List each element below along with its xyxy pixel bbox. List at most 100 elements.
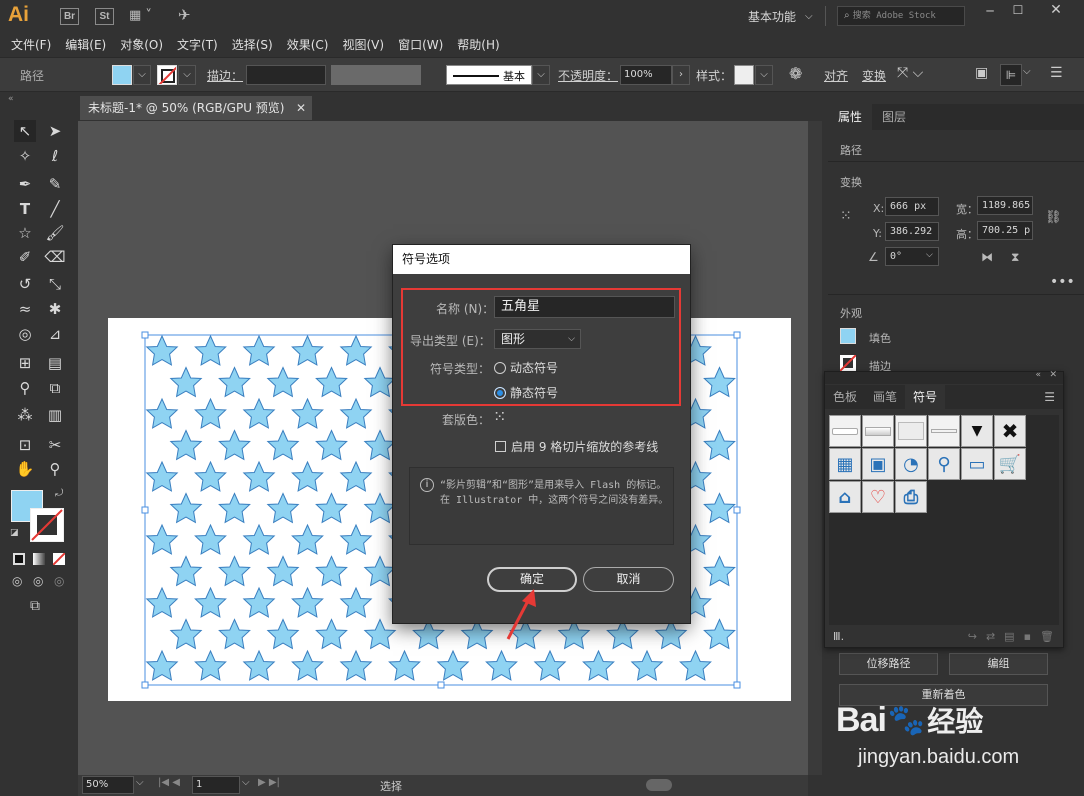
star-shape [218, 556, 251, 586]
star-shape [315, 619, 348, 649]
tab-swatches[interactable]: 色板 [825, 384, 865, 410]
registration-grid-icon[interactable]: ⁙ [493, 407, 506, 426]
symbol-calendar-icon[interactable]: ▦ [829, 448, 861, 480]
star-shape [679, 650, 712, 681]
star-shape [146, 587, 178, 618]
width-input[interactable]: 1189.865 [977, 196, 1033, 215]
highlight-box [401, 288, 681, 406]
info-icon: i [420, 478, 434, 492]
star-shape [412, 619, 445, 649]
star-shape [437, 650, 469, 681]
star-shape [703, 430, 736, 460]
collapse-icon[interactable]: « [1035, 370, 1041, 380]
symbol-list: ▼ ✖ ▦ ▣ ◔ ⚲ ▭ 🛒 ⌂ ♡ ⎙ [829, 415, 1033, 514]
star-shape [364, 493, 396, 523]
flip-vertical-icon[interactable]: ⧗ [1011, 250, 1019, 265]
zoom-dropdown-icon[interactable]: ⌵ [136, 777, 144, 788]
star-shape [631, 650, 663, 681]
symbol-film-icon[interactable]: ▣ [862, 448, 894, 480]
star-shape [146, 461, 178, 492]
zoom-input[interactable]: 50% [82, 776, 134, 794]
close-panel-icon[interactable]: ✕ [1049, 370, 1057, 380]
star-shape [243, 524, 275, 555]
symbol-actions-icons[interactable]: ↪⇄▤▪🗑 [968, 630, 1063, 643]
handle-w [141, 506, 149, 514]
info-box: i “影片剪辑”和“图形”是用来导入 Flash 的标记。在 Illustrat… [409, 467, 674, 545]
symbol-home-icon[interactable]: ⌂ [829, 481, 861, 513]
tab-properties[interactable]: 属性 [828, 104, 873, 130]
next-artboard-icon[interactable]: ▶ ▶| [258, 777, 280, 788]
star-shape [291, 461, 324, 492]
panel-menu-icon[interactable]: ☰ [1044, 390, 1055, 404]
height-label: 高： [956, 228, 978, 241]
artboard-number-input[interactable]: 1 [192, 776, 240, 794]
symbol-button-1[interactable] [829, 415, 861, 447]
group-button[interactable]: 编组 [949, 653, 1048, 675]
first-artboard-icon[interactable]: |◀ ◀ [158, 777, 180, 788]
symbol-button-2[interactable] [862, 415, 894, 447]
more-options-icon[interactable]: ••• [1050, 274, 1075, 290]
cancel-button[interactable]: 取消 [583, 567, 674, 592]
y-input[interactable]: 386.292 [885, 222, 939, 241]
symbol-close-icon[interactable]: ✖ [994, 415, 1026, 447]
star-shape [364, 367, 396, 397]
star-shape [340, 650, 372, 681]
symbol-library-icon[interactable]: Ⅲ. [833, 630, 844, 643]
star-shape [461, 619, 493, 649]
symbol-button-4[interactable] [928, 415, 960, 447]
star-shape [558, 619, 590, 649]
tab-layers[interactable]: 图层 [872, 104, 916, 130]
tab-brushes[interactable]: 画笔 [865, 384, 905, 410]
appearance-fill-swatch[interactable] [840, 328, 856, 344]
vertical-scrollbar[interactable] [808, 121, 822, 775]
symbol-card-icon[interactable]: ▭ [961, 448, 993, 480]
height-input[interactable]: 700.25 p [977, 221, 1033, 240]
star-shape [243, 398, 275, 429]
chevron-down-icon[interactable]: ⌵ [926, 250, 933, 260]
flip-horizontal-icon[interactable]: ⧓ [981, 250, 993, 264]
info-text: “影片剪辑”和“图形”是用来导入 Flash 的标记。在 Illustrator… [440, 480, 669, 506]
transform-section-title: 变换 [840, 176, 862, 189]
symbol-cart-icon[interactable]: 🛒 [994, 448, 1026, 480]
star-shape [582, 650, 615, 681]
symbol-rss-icon[interactable]: ◔ [895, 448, 927, 480]
horizontal-scrollbar-thumb[interactable] [646, 779, 672, 791]
star-shape [315, 367, 348, 397]
star-shape [703, 367, 736, 397]
width-label: 宽： [956, 203, 978, 216]
watermark-brand: Bai [836, 700, 887, 739]
offset-path-button[interactable]: 位移路径 [839, 653, 938, 675]
appearance-fill-label: 填色 [869, 332, 891, 345]
star-shape [194, 650, 227, 681]
star-shape [218, 619, 251, 649]
symbol-button-3[interactable] [895, 415, 927, 447]
reference-point-icon[interactable]: ⁙ [840, 208, 852, 224]
x-input[interactable]: 666 px [885, 197, 939, 216]
handle-ne [733, 331, 741, 339]
nine-slice-checkbox[interactable]: 启用 9 格切片缩放的参考线 [495, 438, 658, 455]
artboard-dropdown-icon[interactable]: ⌵ [242, 777, 250, 788]
star-shape [267, 619, 299, 649]
star-shape [218, 493, 251, 523]
star-shape [218, 430, 251, 460]
symbol-heart-plus-icon[interactable]: ♡ [862, 481, 894, 513]
constrain-proportions-icon[interactable]: ⛓ [1045, 210, 1062, 225]
watermark-url: jingyan.baidu.com [858, 746, 1020, 768]
panel-header[interactable]: « ✕ [825, 370, 1063, 384]
star-shape [146, 524, 178, 555]
tab-symbols[interactable]: 符号 [905, 384, 946, 410]
star-shape [170, 367, 202, 397]
symbols-footer: Ⅲ. ↪⇄▤▪🗑 [825, 626, 1063, 647]
symbol-printer-icon[interactable]: ⎙ [895, 481, 927, 513]
star-shape [340, 335, 372, 366]
appearance-stroke-swatch[interactable] [840, 355, 856, 371]
star-shape [291, 587, 324, 618]
handle-nw [141, 331, 149, 339]
star-shape [194, 461, 227, 492]
symbol-search-icon[interactable]: ⚲ [928, 448, 960, 480]
dialog-title: 符号选项 [393, 245, 690, 274]
star-shape [364, 556, 396, 586]
symbol-dropdown-icon[interactable]: ▼ [961, 415, 993, 447]
star-shape [655, 619, 687, 649]
star-shape [534, 650, 566, 681]
